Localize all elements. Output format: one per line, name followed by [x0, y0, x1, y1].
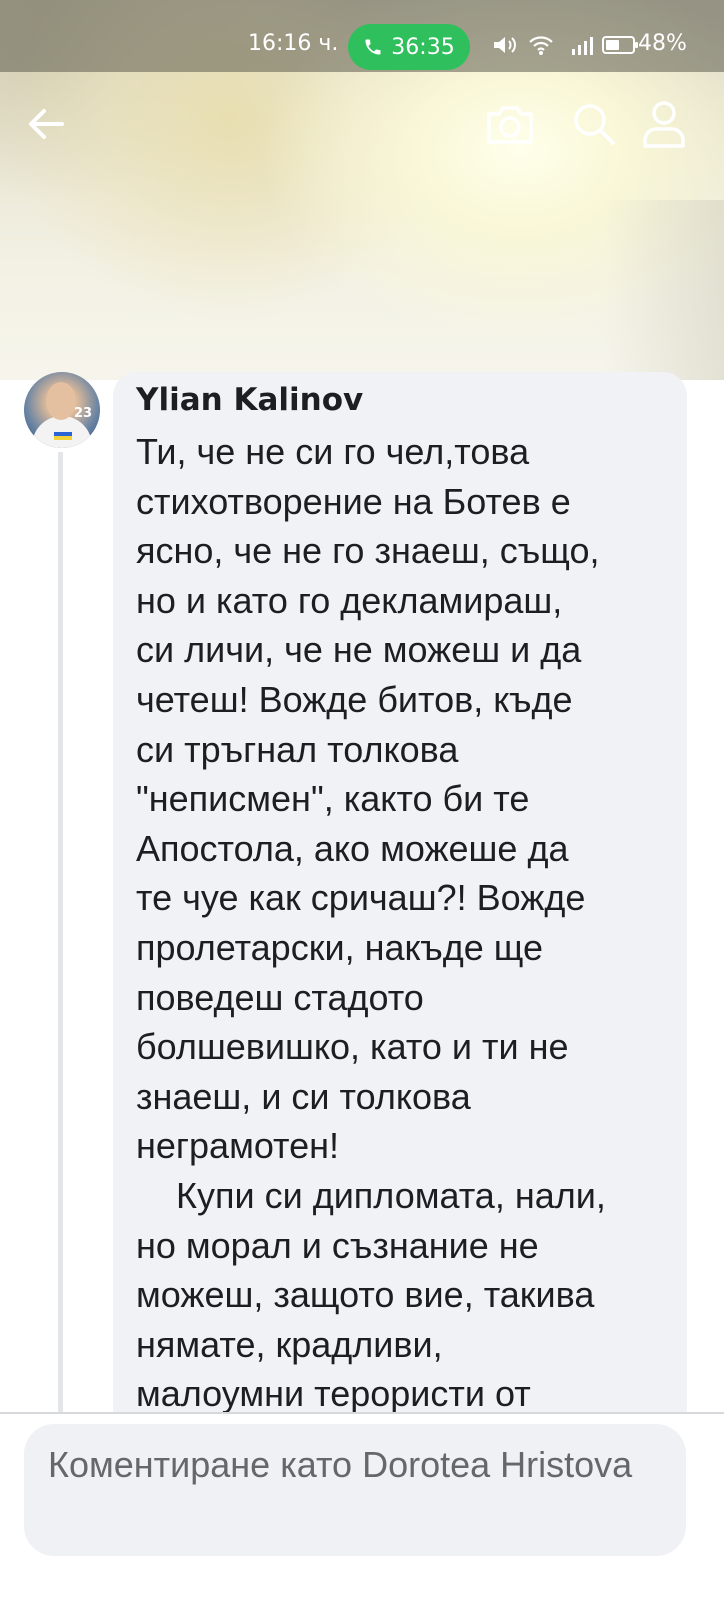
speaker-icon — [494, 37, 516, 53]
comment-line: "неписмен", както би те — [136, 778, 530, 820]
comment-line: Купи си дипломата, нали, — [136, 1174, 606, 1216]
battery-percent: 48% — [638, 31, 687, 56]
camera-icon — [487, 106, 533, 144]
avatar[interactable]: 23 — [24, 372, 100, 448]
comment-line: можеш, защото вие, такива — [136, 1274, 595, 1316]
profile-icon — [643, 101, 685, 148]
signal-icon — [572, 37, 593, 55]
avatar-face — [46, 382, 76, 420]
comment-line: стихотворение на Ботев е — [136, 480, 571, 522]
comment-input[interactable]: Коментиране като Dorotea Hristova — [24, 1424, 686, 1556]
comment-line: знаеш, и си толкова — [136, 1075, 471, 1117]
status-time: 16:16 ч. — [248, 31, 339, 56]
wifi-icon — [529, 36, 553, 55]
comment-author[interactable]: Ylian Kalinov — [136, 382, 363, 418]
comment-line: ясно, че не го знаеш, също, — [136, 530, 600, 572]
comment-line: нямате, крадливи, — [136, 1323, 443, 1365]
search-button[interactable] — [570, 100, 618, 148]
camera-button[interactable] — [484, 100, 536, 148]
comment-line: си личи, че не можеш и да — [136, 629, 582, 671]
back-button[interactable] — [22, 100, 70, 148]
comment-line: Ти, че не си го чел,това — [136, 431, 530, 472]
comment-line: болшевишко, като и ти не — [136, 1026, 569, 1068]
status-bar: 16:16 ч. 36:35 48% — [0, 0, 724, 72]
reply-thread-line — [58, 452, 63, 1412]
comment-line: но и като го декламираш, — [136, 579, 563, 621]
comment-line: четеш! Вожде битов, къде — [136, 678, 573, 720]
comment-line: те чуе как сричаш?! Вожде — [136, 877, 586, 919]
comment-line: малоумни терористи от — [136, 1373, 531, 1412]
comment-line: неграмотен! — [136, 1125, 340, 1167]
comment-line: но морал и съзнание не — [136, 1224, 539, 1266]
status-icons — [492, 34, 640, 56]
phone-icon — [365, 39, 381, 55]
avatar-flag — [54, 432, 72, 440]
ongoing-call-pill[interactable]: 36:35 — [348, 24, 470, 70]
comment-line: пролетарски, накъде ще — [136, 926, 543, 968]
comment-text: Ти, че не си го чел,това стихотворение н… — [136, 427, 676, 1412]
battery-icon — [602, 36, 638, 54]
profile-button[interactable] — [640, 98, 688, 150]
back-arrow-icon — [29, 109, 64, 139]
comment-line: Апостола, ако можеше да — [136, 827, 569, 869]
comment-line: поведеш стадото — [136, 976, 424, 1018]
comment-line: си тръгнал толкова — [136, 728, 459, 770]
search-icon — [574, 104, 615, 145]
avatar-badge: 23 — [74, 406, 93, 421]
call-timer: 36:35 — [391, 34, 455, 60]
